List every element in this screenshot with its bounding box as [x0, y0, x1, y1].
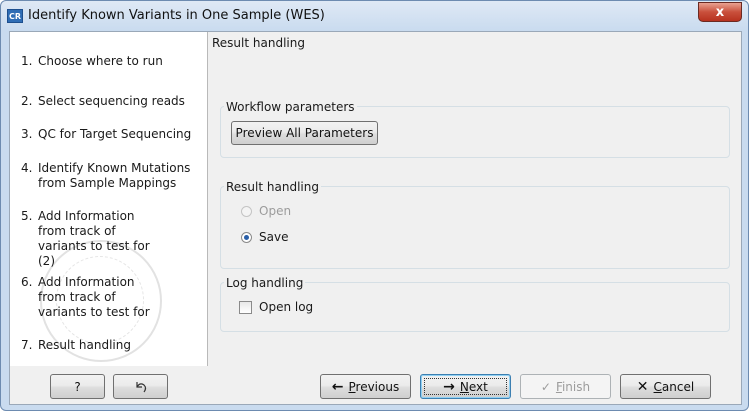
- open-radio-option[interactable]: Open: [241, 204, 291, 218]
- reset-button[interactable]: [113, 374, 168, 399]
- dialog-window: CR Identify Known Variants in One Sample…: [0, 0, 749, 411]
- log-handling-group: Log handling Open log: [220, 276, 730, 332]
- help-button[interactable]: ?: [50, 374, 105, 399]
- group-title: Log handling: [224, 276, 306, 290]
- next-button[interactable]: → Next: [420, 374, 511, 399]
- content-panel: Result handling Workflow parameters Prev…: [208, 32, 741, 366]
- step-5: 5. Add Information from track of variants…: [21, 209, 150, 268]
- wizard-steps-panel: 1. Choose where to run 2. Select sequencin…: [10, 32, 208, 366]
- result-handling-group: Result handling Open Save: [220, 180, 730, 269]
- step-2: 2. Select sequencing reads: [21, 94, 185, 108]
- undo-icon: [135, 381, 146, 392]
- group-title: Workflow parameters: [224, 100, 357, 114]
- cancel-label: Cancel: [653, 379, 695, 394]
- cancel-icon: ✕: [636, 378, 649, 395]
- finish-label: Finish: [555, 379, 591, 394]
- step-4: 4. Identify Known Mutations from Sample M…: [21, 161, 191, 190]
- save-radio-option[interactable]: Save: [241, 230, 288, 244]
- cancel-button[interactable]: ✕ Cancel: [620, 374, 711, 399]
- step-7: 7. Result handling: [21, 338, 131, 352]
- group-title: Result handling: [224, 180, 321, 194]
- arrow-left-icon: ←: [331, 378, 344, 395]
- arrow-right-icon: →: [443, 378, 455, 395]
- page-title: Result handling: [212, 36, 305, 50]
- previous-label: Previous: [348, 379, 400, 394]
- close-icon: x: [715, 5, 725, 20]
- step-6: 6. Add Information from track of variants…: [21, 275, 150, 319]
- checkbox-label: Open log: [259, 300, 314, 314]
- previous-button[interactable]: ← Previous: [320, 374, 411, 399]
- step-1: 1. Choose where to run: [21, 54, 163, 68]
- radio-label: Open: [259, 204, 292, 218]
- app-icon: CR: [7, 9, 23, 23]
- close-button[interactable]: x: [698, 2, 742, 22]
- window-title: Identify Known Variants in One Sample (W…: [28, 8, 325, 23]
- step-3: 3. QC for Target Sequencing: [21, 127, 192, 141]
- preview-parameters-button[interactable]: Preview All Parameters: [231, 121, 378, 145]
- next-label: Next: [459, 379, 488, 394]
- button-bar: ? ← Previous → Next ✓ Finish ✕ Cancel: [10, 366, 741, 404]
- checkmark-icon: ✓: [540, 379, 551, 394]
- finish-button[interactable]: ✓ Finish: [520, 374, 611, 399]
- radio-label: Save: [259, 230, 289, 244]
- radio-button[interactable]: [241, 205, 252, 217]
- dialog-body: 1. Choose where to run 2. Select sequencin…: [9, 31, 742, 405]
- radio-button[interactable]: [241, 231, 252, 243]
- workflow-parameters-group: Workflow parameters Preview All Paramete…: [220, 100, 730, 158]
- open-log-checkbox[interactable]: [239, 300, 252, 314]
- title-bar[interactable]: CR Identify Known Variants in One Sample…: [1, 1, 748, 31]
- open-log-option[interactable]: Open log: [239, 300, 313, 314]
